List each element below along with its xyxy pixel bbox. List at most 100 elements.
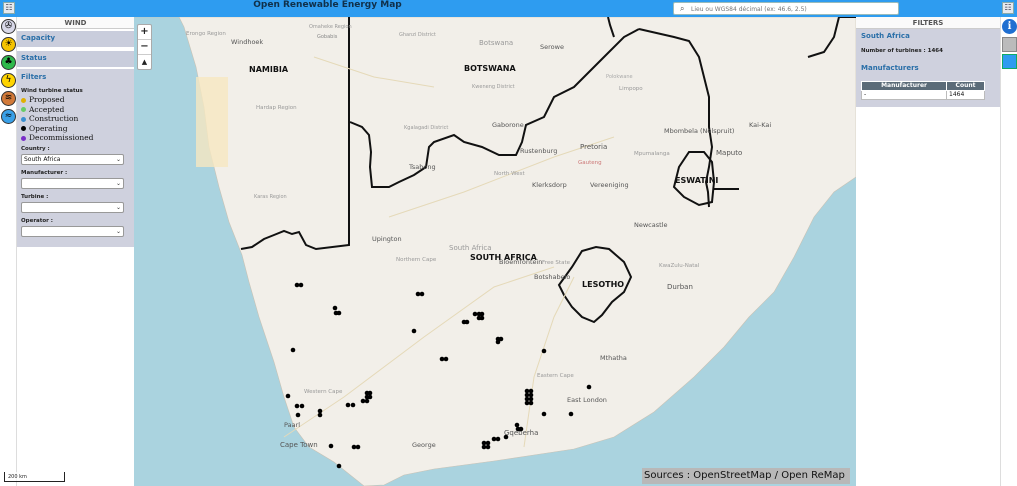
place-label: Cape Town: [280, 441, 318, 449]
place-label: Erongo Region: [186, 31, 226, 37]
turbine-marker[interactable]: [317, 412, 323, 418]
search-box[interactable]: ⌕: [673, 2, 899, 15]
turbine-marker[interactable]: [518, 426, 524, 432]
turbine-select[interactable]: ⌄: [21, 201, 124, 213]
turbine-marker[interactable]: [485, 440, 491, 446]
zoom-in-button[interactable]: +: [138, 25, 151, 40]
turbine-marker[interactable]: [479, 315, 485, 321]
turbine-marker[interactable]: [524, 400, 530, 406]
turbine-marker[interactable]: [360, 398, 366, 404]
turbine-marker[interactable]: [419, 291, 425, 297]
legend-item-proposed: Proposed: [21, 95, 130, 105]
place-label: Newcastle: [634, 221, 667, 229]
turbine-marker[interactable]: [464, 319, 470, 325]
turbine-marker[interactable]: [541, 411, 547, 417]
chevron-down-icon: ⌄: [115, 155, 121, 163]
search-icon: ⌕: [680, 4, 685, 13]
turbine-marker[interactable]: [298, 282, 304, 288]
app-title: Open Renewable Energy Map: [253, 0, 402, 10]
turbine-marker[interactable]: [586, 384, 592, 390]
turbine-marker[interactable]: [491, 436, 497, 442]
turbine-marker[interactable]: [364, 398, 370, 404]
turbine-marker[interactable]: [498, 336, 504, 342]
hydro-icon[interactable]: ≈: [1, 109, 16, 124]
selected-country: South Africa: [861, 32, 910, 40]
turbine-marker[interactable]: [367, 394, 373, 400]
turbine-marker[interactable]: [485, 444, 491, 450]
place-label: George: [412, 441, 436, 449]
turbine-marker[interactable]: [317, 408, 323, 414]
right-panel: FILTERS South Africa Number of turbines …: [856, 17, 1000, 486]
turbine-marker[interactable]: [411, 328, 417, 334]
turbine-marker[interactable]: [528, 396, 534, 402]
menu-icon[interactable]: ☷: [3, 2, 15, 14]
menu-icon-right[interactable]: ☷: [1002, 2, 1014, 14]
turbine-marker[interactable]: [481, 440, 487, 446]
layers-icon[interactable]: [1002, 37, 1017, 52]
manufacturer-label: Manufacturer :: [21, 169, 68, 176]
turbine-marker[interactable]: [345, 402, 351, 408]
power-icon[interactable]: ϟ: [1, 73, 16, 88]
turbine-marker[interactable]: [285, 393, 291, 399]
turbine-marker[interactable]: [528, 400, 534, 406]
info-icon[interactable]: i: [1002, 19, 1017, 34]
turbine-marker[interactable]: [367, 390, 373, 396]
turbine-marker[interactable]: [541, 348, 547, 354]
turbine-marker[interactable]: [503, 434, 509, 440]
solar-icon[interactable]: ☀: [1, 37, 16, 52]
wind-icon[interactable]: ✇: [1, 19, 16, 34]
map-attribution: Sources : OpenStreetMap / Open ReMap: [642, 468, 850, 484]
turbine-marker[interactable]: [472, 311, 478, 317]
capacity-section[interactable]: Capacity: [17, 31, 134, 47]
turbine-marker[interactable]: [294, 282, 300, 288]
search-input[interactable]: [691, 4, 891, 14]
status-section[interactable]: Status: [17, 51, 134, 67]
turbine-marker[interactable]: [336, 310, 342, 316]
column-header[interactable]: Manufacturer: [860, 81, 948, 91]
turbine-marker[interactable]: [481, 444, 487, 450]
turbine-marker[interactable]: [351, 444, 357, 450]
turbine-marker[interactable]: [332, 305, 338, 311]
turbine-marker[interactable]: [439, 356, 445, 362]
place-label: Bloemfontein: [499, 258, 542, 266]
filters-title[interactable]: Filters: [21, 71, 130, 83]
place-label: Limpopo: [619, 86, 643, 92]
decommissioned-dot-icon: [21, 135, 26, 141]
chart-icon[interactable]: [1002, 54, 1017, 69]
turbine-marker[interactable]: [415, 291, 421, 297]
turbine-marker[interactable]: [350, 402, 356, 408]
legend-item-construction: Construction: [21, 114, 130, 124]
place-label: Windhoek: [231, 38, 263, 46]
turbine-marker[interactable]: [355, 444, 361, 450]
turbine-marker[interactable]: [524, 396, 530, 402]
turbine-marker[interactable]: [568, 411, 574, 417]
turbine-marker[interactable]: [443, 356, 449, 362]
turbine-marker[interactable]: [524, 388, 530, 394]
operator-label: Operator :: [21, 217, 54, 224]
zoom-out-button[interactable]: −: [138, 40, 151, 55]
turbine-marker[interactable]: [495, 436, 501, 442]
turbine-marker[interactable]: [524, 392, 530, 398]
geothermal-icon[interactable]: ≋: [1, 91, 16, 106]
turbine-marker[interactable]: [294, 403, 300, 409]
turbine-marker[interactable]: [299, 403, 305, 409]
turbine-marker[interactable]: [295, 412, 301, 418]
column-header[interactable]: Count: [946, 81, 985, 91]
turbine-marker[interactable]: [336, 463, 342, 469]
country-select[interactable]: South Africa ⌄: [21, 153, 124, 165]
turbine-marker[interactable]: [528, 388, 534, 394]
operator-select[interactable]: ⌄: [21, 225, 124, 237]
turbine-count: Number of turbines : 1464: [861, 48, 943, 54]
north-arrow-icon[interactable]: ▲: [138, 55, 151, 70]
place-label: Eastern Cape: [537, 373, 574, 379]
turbine-marker[interactable]: [290, 347, 296, 353]
left-panel: WIND Capacity Status Filters Wind turbin…: [17, 17, 134, 486]
biomass-icon[interactable]: ♣: [1, 55, 16, 70]
map-canvas[interactable]: NAMIBIA BOTSWANA SOUTH AFRICA ESWATINI L…: [134, 17, 856, 486]
turbine-marker[interactable]: [528, 392, 534, 398]
manufacturer-select[interactable]: ⌄: [21, 177, 124, 189]
turbine-marker[interactable]: [328, 443, 334, 449]
turbine-marker[interactable]: [479, 311, 485, 317]
place-label: Klerksdorp: [532, 181, 567, 189]
turbine-marker[interactable]: [514, 422, 520, 428]
